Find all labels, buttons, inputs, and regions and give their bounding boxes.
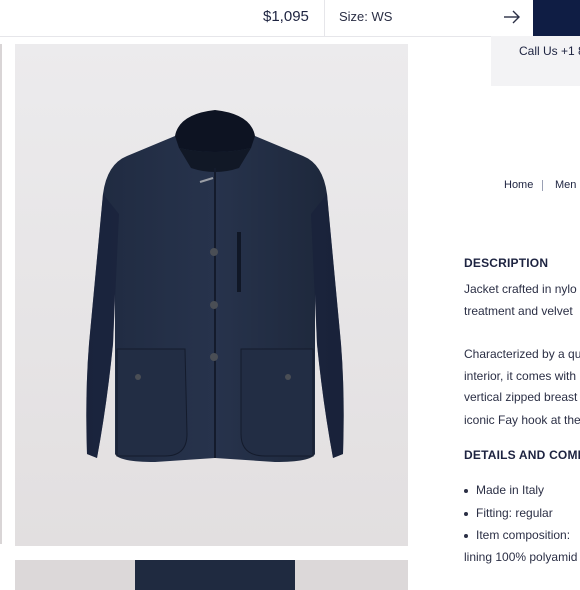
breadcrumb-men[interactable]: Men	[555, 179, 576, 191]
divider	[324, 0, 325, 36]
details-heading: DETAILS AND COMP	[464, 448, 580, 462]
product-image[interactable]	[15, 44, 408, 546]
breadcrumb-separator	[542, 180, 543, 191]
jacket-detail-illustration	[15, 560, 408, 590]
description-line: interior, it comes with	[464, 369, 577, 383]
size-selector[interactable]: Size: WS	[339, 9, 392, 24]
details-bullet-text: Item composition:	[476, 528, 571, 542]
call-us-link[interactable]: Call Us +1 8	[519, 44, 580, 58]
details-continuation: lining 100% polyamid	[464, 550, 578, 564]
sticky-purchase-bar: $1,095 Size: WS	[0, 0, 580, 37]
description-line: Characterized by a qu	[464, 347, 580, 361]
product-image-2[interactable]	[15, 560, 408, 590]
details-bullet-text: Made in Italy	[476, 483, 545, 497]
description-line: treatment and velvet	[464, 304, 573, 318]
product-price: $1,095	[263, 8, 309, 25]
description-line: iconic Fay hook at the	[464, 413, 580, 427]
add-to-bag-button[interactable]	[533, 0, 580, 36]
details-bullet: Fitting: regular	[464, 506, 553, 520]
arrow-right-icon[interactable]	[502, 7, 522, 27]
description-heading: DESCRIPTION	[464, 256, 549, 270]
details-bullet: Item composition:	[464, 528, 570, 542]
description-line: vertical zipped breast	[464, 390, 578, 404]
previous-image-edge	[0, 44, 2, 544]
jacket-illustration	[15, 44, 408, 546]
details-bullet-text: Fitting: regular	[476, 506, 553, 520]
description-line: Jacket crafted in nylo	[464, 282, 577, 296]
breadcrumb-home[interactable]: Home	[504, 179, 533, 191]
details-bullet: Made in Italy	[464, 483, 544, 497]
